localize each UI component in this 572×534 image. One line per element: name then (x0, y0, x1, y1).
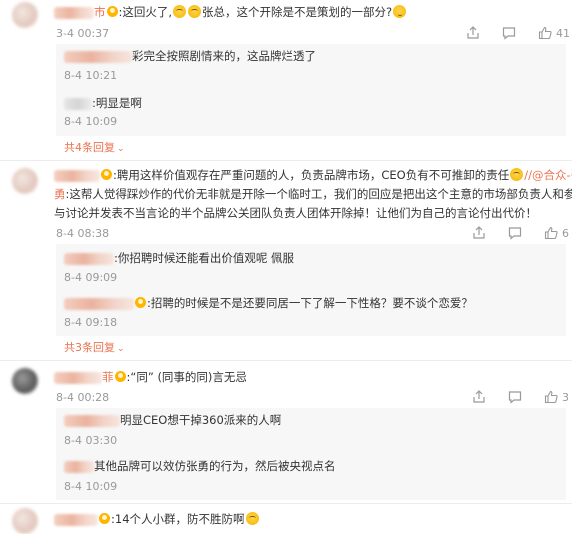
smile-emoji-icon (245, 512, 259, 525)
vip-badge-icon (101, 169, 112, 180)
reply-text: 明显CEO想干掉360派来的人啊 (64, 412, 281, 428)
username-blurred[interactable] (64, 414, 120, 427)
smile-emoji-icon (173, 5, 187, 18)
reply-text: :明显是啊 (64, 95, 142, 111)
like-count: 6 (562, 226, 569, 240)
comment-actions: 6 (472, 226, 569, 240)
like-button[interactable]: 3 (544, 390, 569, 404)
username-blurred[interactable] (54, 169, 100, 182)
username-blurred[interactable] (54, 371, 102, 384)
vip-badge-icon (106, 6, 118, 17)
username-blurred[interactable] (64, 460, 94, 473)
comment-icon (502, 26, 516, 40)
username-suffix[interactable]: 菲 (102, 370, 114, 384)
reply-text: 彩完全按照剧情来的，这品牌烂透了 (64, 48, 316, 64)
reply-text: 其他品牌可以效仿张勇的行为，然后被央视点名 (64, 458, 336, 474)
avatar[interactable] (12, 508, 38, 534)
reply-time: 8-4 10:21 (64, 69, 118, 82)
comment-text: :14个人小群，防不胜防啊 (54, 511, 260, 527)
reply-time: 8-4 03:30 (64, 434, 118, 447)
comment-actions: 3 (472, 390, 569, 404)
comment-icon (508, 226, 522, 240)
like-count: 3 (562, 390, 569, 404)
vip-badge-icon (99, 513, 110, 524)
smile-emoji-icon (188, 5, 202, 18)
username-blurred[interactable] (64, 252, 114, 265)
comment-time: 8-4 08:38 (56, 227, 110, 240)
divider (0, 160, 572, 161)
share-button[interactable] (472, 390, 486, 404)
mention-link[interactable]: //@合众-张 (524, 168, 572, 182)
view-more-replies-link[interactable]: 共3条回复 ⌄ (64, 341, 125, 356)
reply-time: 8-4 10:09 (64, 480, 118, 493)
username-blurred[interactable] (64, 297, 134, 310)
share-icon (472, 390, 486, 404)
thumbs-up-icon (538, 26, 552, 40)
thumbs-up-icon (544, 226, 558, 240)
avatar[interactable] (12, 2, 38, 28)
username-blurred[interactable] (54, 513, 98, 526)
thumbs-up-icon (544, 390, 558, 404)
like-count: 41 (556, 26, 570, 40)
reply-time: 8-4 09:18 (64, 316, 118, 329)
comment-button[interactable] (508, 390, 522, 404)
username-blurred[interactable] (54, 6, 94, 19)
comment-button[interactable] (508, 226, 522, 240)
emoji-icon (510, 168, 524, 181)
comment-text: :聘用这样价值观存在严重问题的人，负责品牌市场，CEO负有不可推卸的责任//@合… (54, 167, 572, 183)
avatar[interactable] (12, 168, 38, 194)
comment-text-line: 勇:这帮人觉得踩炒作的代价无非就是开除一个临时工，我们的回应是把出这个主意的市场… (54, 187, 572, 201)
like-button[interactable]: 41 (538, 26, 570, 40)
reply-text: :你招聘时候还能看出价值观呢 佩服 (64, 250, 294, 266)
share-icon (472, 226, 486, 240)
divider (0, 503, 572, 504)
comment-text: 菲:“同” (同事的同)言无忌 (54, 369, 247, 385)
thinking-emoji-icon (393, 5, 407, 18)
reply-text: :招聘的时候是不是还要同居一下了解一下性格？要不谈个恋爱？ (64, 295, 473, 311)
vip-badge-icon (135, 297, 146, 308)
comment-icon (508, 390, 522, 404)
share-button[interactable] (466, 26, 480, 40)
share-button[interactable] (472, 226, 486, 240)
username-blurred[interactable] (64, 97, 92, 110)
like-button[interactable]: 6 (544, 226, 569, 240)
divider (0, 360, 572, 361)
vip-badge-icon (114, 371, 126, 382)
mention-link[interactable]: 勇 (54, 187, 66, 201)
comment-button[interactable] (502, 26, 516, 40)
reply-time: 8-4 09:09 (64, 271, 118, 284)
share-icon (466, 26, 480, 40)
comment-actions: 41 (466, 26, 570, 40)
reply-time: 8-4 10:09 (64, 115, 118, 128)
username-suffix[interactable]: 市 (94, 5, 106, 19)
comment-text: 市:这回火了, 张总，这个开除是不是策划的一部分? (54, 4, 407, 20)
comment-time: 3-4 00:37 (56, 27, 110, 40)
comment-time: 8-4 00:28 (56, 391, 110, 404)
username-blurred[interactable] (64, 50, 132, 63)
comment-text-line: 与讨论并发表不当言论的半个品牌公关团队负责人团体开除掉！让他们为自己的言论付出代… (54, 206, 537, 220)
chevron-down-icon: ⌄ (117, 144, 125, 154)
chevron-down-icon: ⌄ (117, 344, 125, 354)
avatar[interactable] (12, 368, 38, 394)
view-more-replies-link[interactable]: 共4条回复 ⌄ (64, 141, 125, 156)
